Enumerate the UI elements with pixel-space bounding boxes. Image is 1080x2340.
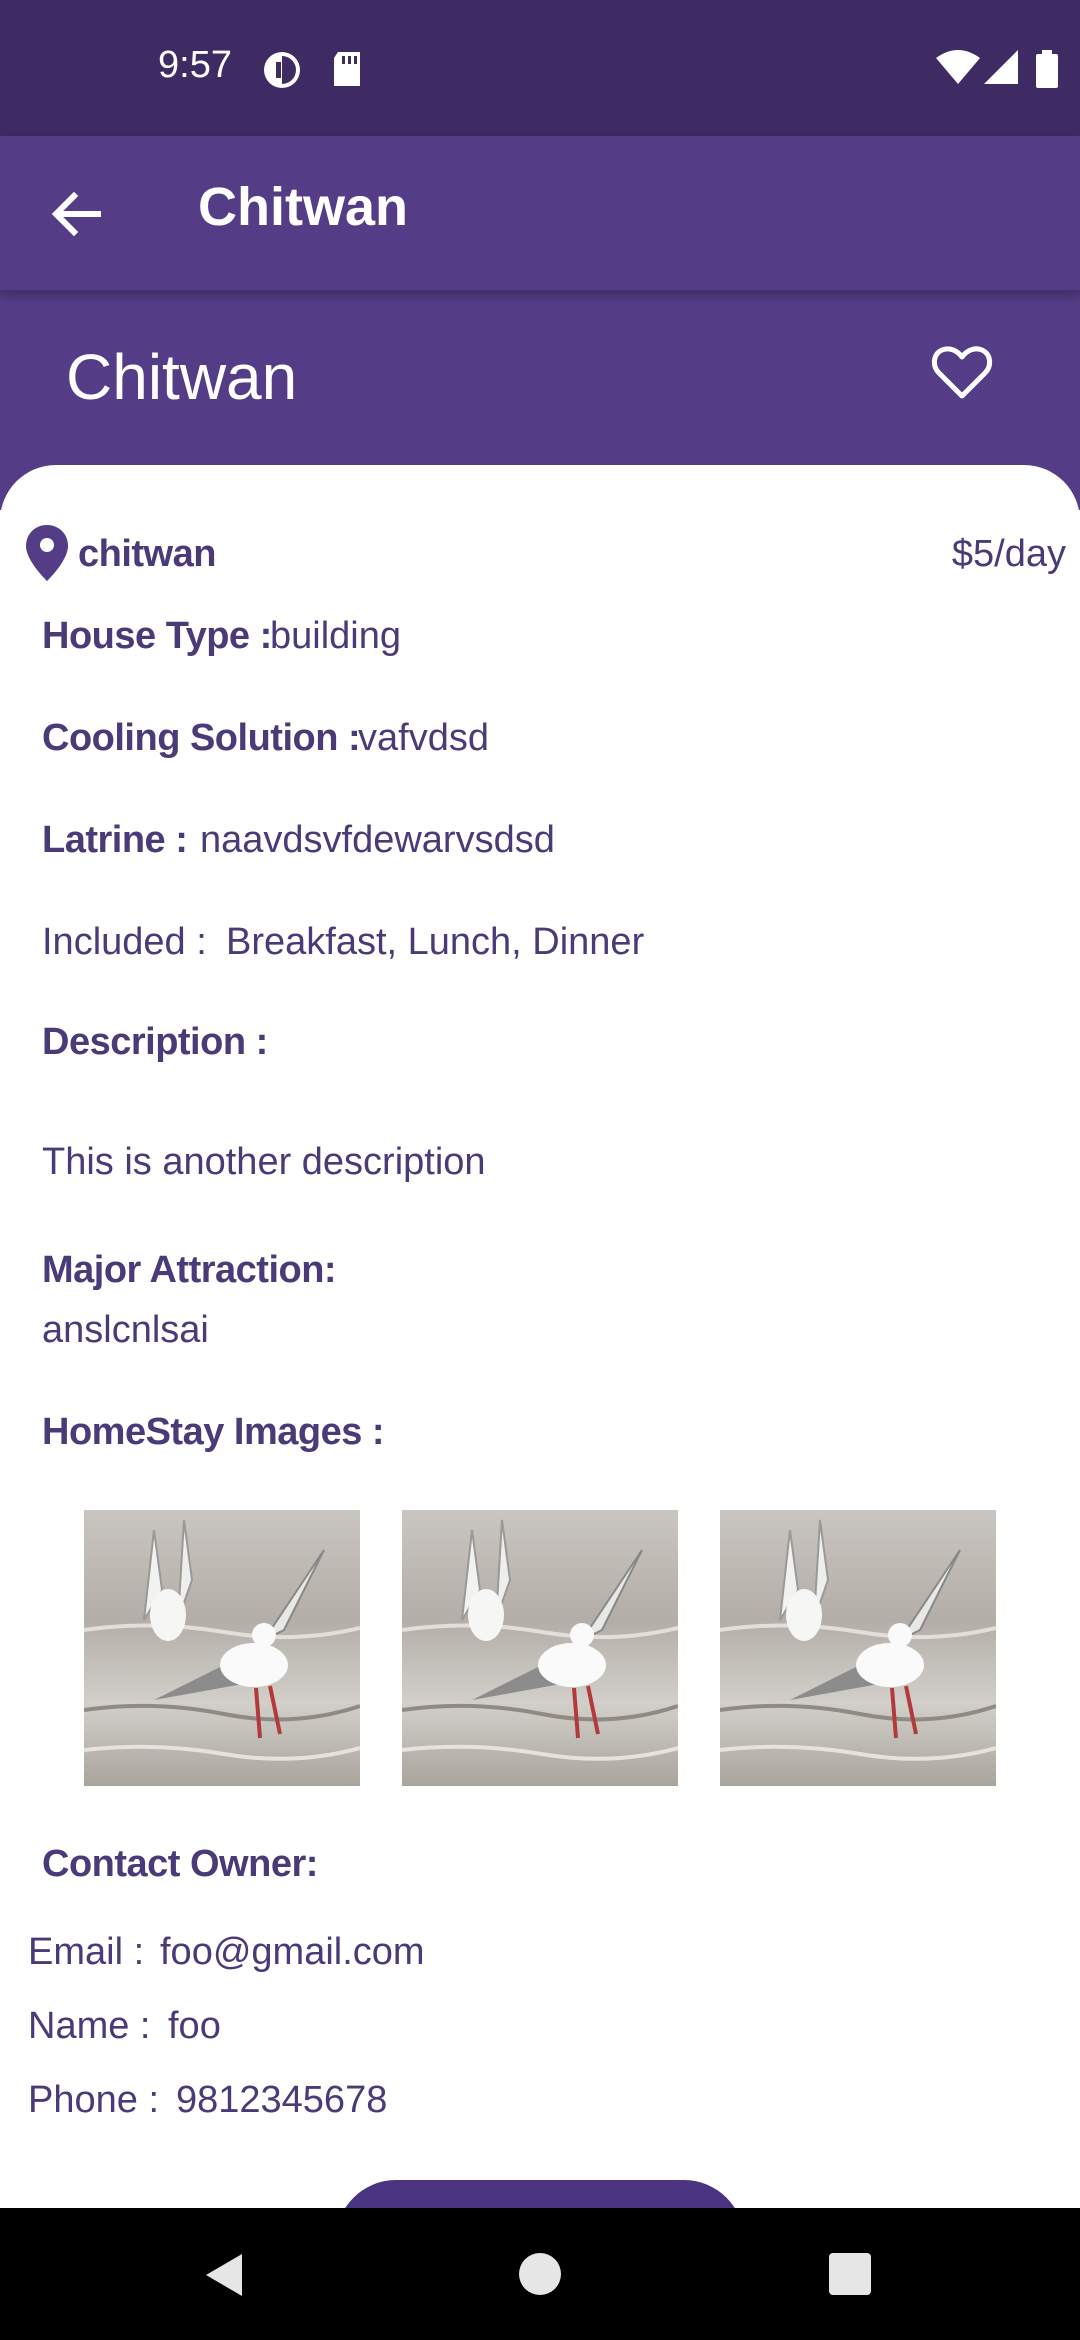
homestay-title: Chitwan [66,341,298,413]
included-label: Included : [42,921,207,963]
homestay-image-1[interactable] [84,1510,360,1786]
homestay-image-3[interactable] [720,1510,996,1786]
email-value[interactable]: foo@gmail.com [160,1931,425,1974]
location-pin-icon [26,525,68,581]
latrine-label: Latrine : [42,819,188,861]
app-bar-title: Chitwan [198,177,408,237]
details-card: chitwan $5/day House Type : building Coo… [0,465,1080,2205]
cooling-label: Cooling Solution : [42,717,361,759]
name-label: Name : [28,2005,151,2047]
description-value: This is another description [42,1141,486,1183]
heart-outline-icon [932,346,992,399]
nav-recents-icon[interactable] [828,2252,872,2296]
nav-back-icon[interactable] [202,2252,246,2298]
signal-icon [984,50,1018,91]
included-value: Breakfast, Lunch, Dinner [226,921,645,963]
house-type-label: House Type : [42,615,272,657]
latrine-value: naavdsvfdewarvsdsd [200,819,555,861]
name-value: foo [168,2005,221,2047]
battery-icon [1036,50,1058,93]
email-label: Email : [28,1931,145,1973]
attraction-label: Major Attraction: [42,1249,337,1291]
images-label: HomeStay Images : [42,1411,385,1453]
arrow-left-icon [51,191,101,237]
homestay-image-2[interactable] [402,1510,678,1786]
seagulls-image [720,1519,996,1761]
description-label: Description : [42,1021,268,1063]
sd-card-icon [330,50,364,93]
navigation-bar [0,2208,1080,2340]
seagulls-image [84,1519,360,1761]
app-bar: Chitwan [0,136,1080,290]
seagulls-image [402,1519,678,1761]
location-text: chitwan [78,533,216,575]
wifi-icon [936,50,980,91]
nav-home-icon[interactable] [518,2252,562,2296]
status-bar: 9:57 [0,0,1080,136]
data-saver-icon [262,50,302,95]
status-time: 9:57 [158,44,232,86]
price-text: $5/day [951,533,1066,575]
favorite-button[interactable] [930,340,994,404]
attraction-value: anslcnlsai [42,1309,209,1351]
back-button[interactable] [44,182,108,246]
cooling-value: vafvdsd [358,717,489,759]
phone-label: Phone : [28,2079,159,2121]
contact-heading: Contact Owner: [42,1843,318,1885]
house-type-value: building [270,615,401,657]
phone-value[interactable]: 9812345678 [176,2079,387,2122]
